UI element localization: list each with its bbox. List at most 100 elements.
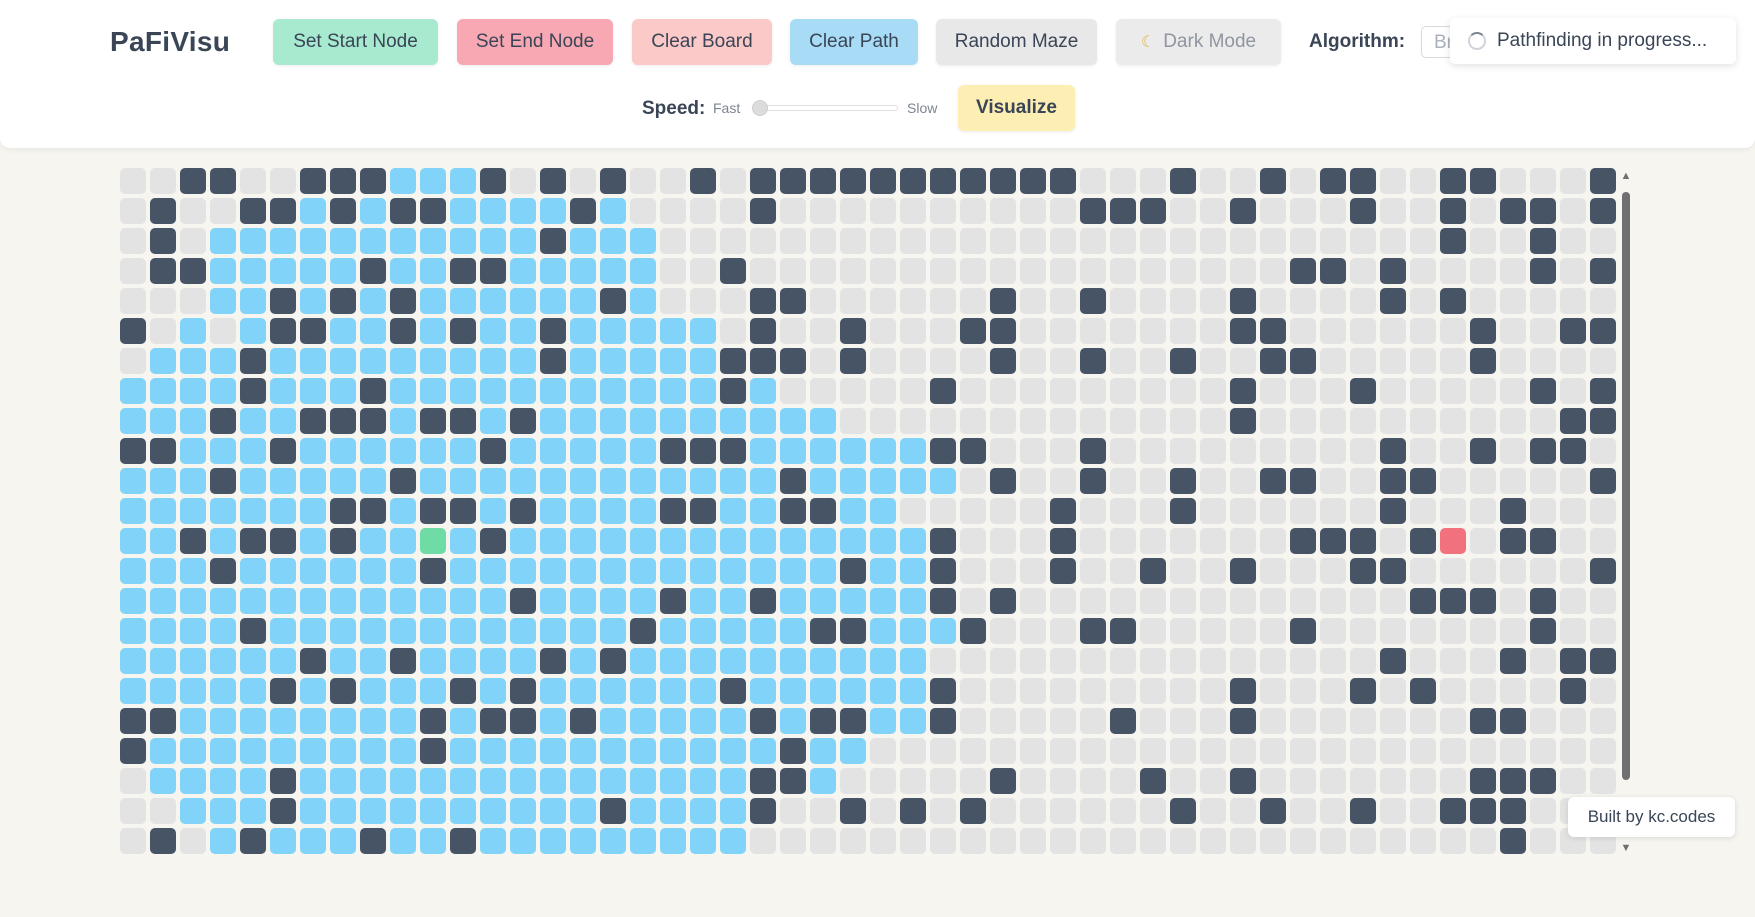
grid-cell-empty[interactable] bbox=[1200, 828, 1226, 854]
set-start-node-button[interactable]: Set Start Node bbox=[273, 19, 438, 65]
grid-cell-visited[interactable] bbox=[870, 648, 896, 674]
grid-cell-visited[interactable] bbox=[510, 438, 536, 464]
grid-cell-visited[interactable] bbox=[300, 228, 326, 254]
grid-cell-wall[interactable] bbox=[1260, 168, 1286, 194]
grid-cell-wall[interactable] bbox=[1350, 798, 1376, 824]
grid-cell-visited[interactable] bbox=[870, 558, 896, 584]
grid-cell-visited[interactable] bbox=[180, 618, 206, 644]
grid-cell-wall[interactable] bbox=[930, 708, 956, 734]
grid-cell-wall[interactable] bbox=[1080, 288, 1106, 314]
grid-cell-wall[interactable] bbox=[690, 438, 716, 464]
grid-cell-visited[interactable] bbox=[150, 408, 176, 434]
grid-cell-empty[interactable] bbox=[1260, 528, 1286, 554]
grid-cell-visited[interactable] bbox=[210, 798, 236, 824]
grid-cell-wall[interactable] bbox=[1230, 318, 1256, 344]
grid-cell-empty[interactable] bbox=[870, 258, 896, 284]
grid-cell-visited[interactable] bbox=[450, 198, 476, 224]
grid-cell-visited[interactable] bbox=[690, 648, 716, 674]
grid-cell-visited[interactable] bbox=[390, 618, 416, 644]
grid-cell-visited[interactable] bbox=[270, 468, 296, 494]
grid-cell-visited[interactable] bbox=[210, 378, 236, 404]
grid-cell-visited[interactable] bbox=[690, 558, 716, 584]
grid-cell-empty[interactable] bbox=[1200, 168, 1226, 194]
grid-cell-empty[interactable] bbox=[1590, 528, 1616, 554]
grid-cell-wall[interactable] bbox=[990, 768, 1016, 794]
grid-cell-empty[interactable] bbox=[780, 828, 806, 854]
grid-cell-empty[interactable] bbox=[720, 198, 746, 224]
grid-cell-visited[interactable] bbox=[630, 468, 656, 494]
grid-cell-wall[interactable] bbox=[1590, 468, 1616, 494]
grid-cell-empty[interactable] bbox=[810, 378, 836, 404]
grid-cell-empty[interactable] bbox=[1080, 498, 1106, 524]
grid-cell-wall[interactable] bbox=[420, 708, 446, 734]
grid-cell-empty[interactable] bbox=[1500, 258, 1526, 284]
grid-cell-empty[interactable] bbox=[1380, 828, 1406, 854]
grid-cell-empty[interactable] bbox=[1170, 648, 1196, 674]
grid-cell-wall[interactable] bbox=[1020, 168, 1046, 194]
grid-cell-empty[interactable] bbox=[120, 198, 146, 224]
grid-cell-empty[interactable] bbox=[1470, 828, 1496, 854]
grid-cell-visited[interactable] bbox=[300, 378, 326, 404]
grid-cell-wall[interactable] bbox=[240, 198, 266, 224]
grid-cell-empty[interactable] bbox=[750, 828, 776, 854]
grid-cell-empty[interactable] bbox=[1590, 288, 1616, 314]
grid-cell-wall[interactable] bbox=[1380, 558, 1406, 584]
grid-cell-empty[interactable] bbox=[1440, 438, 1466, 464]
grid-cell-empty[interactable] bbox=[1350, 258, 1376, 284]
grid-cell-empty[interactable] bbox=[1200, 738, 1226, 764]
grid-cell-visited[interactable] bbox=[750, 438, 776, 464]
grid-cell-visited[interactable] bbox=[330, 258, 356, 284]
grid-cell-visited[interactable] bbox=[150, 498, 176, 524]
grid-cell-wall[interactable] bbox=[1320, 528, 1346, 554]
grid-cell-wall[interactable] bbox=[870, 168, 896, 194]
grid-cell-empty[interactable] bbox=[1320, 318, 1346, 344]
grid-cell-visited[interactable] bbox=[600, 528, 626, 554]
grid-cell-visited[interactable] bbox=[600, 618, 626, 644]
set-end-node-button[interactable]: Set End Node bbox=[457, 19, 613, 65]
grid-cell-empty[interactable] bbox=[1320, 708, 1346, 734]
grid-cell-wall[interactable] bbox=[1320, 258, 1346, 284]
grid-cell-visited[interactable] bbox=[360, 588, 386, 614]
grid-cell-visited[interactable] bbox=[270, 348, 296, 374]
grid-cell-empty[interactable] bbox=[1440, 678, 1466, 704]
grid-cell-wall[interactable] bbox=[1500, 768, 1526, 794]
grid-cell-empty[interactable] bbox=[1320, 828, 1346, 854]
grid-cell-empty[interactable] bbox=[1080, 648, 1106, 674]
grid-cell-visited[interactable] bbox=[630, 408, 656, 434]
grid-cell-empty[interactable] bbox=[1290, 498, 1316, 524]
grid-cell-empty[interactable] bbox=[660, 258, 686, 284]
grid-cell-visited[interactable] bbox=[660, 828, 686, 854]
grid-cell-wall[interactable] bbox=[810, 498, 836, 524]
grid-cell-empty[interactable] bbox=[1410, 168, 1436, 194]
grid-cell-visited[interactable] bbox=[360, 558, 386, 584]
grid-cell-wall[interactable] bbox=[1530, 438, 1556, 464]
grid-cell-empty[interactable] bbox=[810, 798, 836, 824]
grid-cell-visited[interactable] bbox=[900, 468, 926, 494]
grid-cell-visited[interactable] bbox=[180, 648, 206, 674]
grid-cell-empty[interactable] bbox=[1050, 648, 1076, 674]
grid-cell-wall[interactable] bbox=[1470, 438, 1496, 464]
grid-cell-wall[interactable] bbox=[750, 168, 776, 194]
grid-cell-visited[interactable] bbox=[870, 708, 896, 734]
grid-cell-empty[interactable] bbox=[1470, 558, 1496, 584]
grid-cell-wall[interactable] bbox=[1170, 468, 1196, 494]
grid-cell-empty[interactable] bbox=[1230, 828, 1256, 854]
grid-cell-empty[interactable] bbox=[1050, 768, 1076, 794]
grid-cell-visited[interactable] bbox=[270, 498, 296, 524]
grid-cell-wall[interactable] bbox=[720, 258, 746, 284]
grid-cell-visited[interactable] bbox=[180, 708, 206, 734]
grid-cell-wall[interactable] bbox=[510, 678, 536, 704]
grid-cell-visited[interactable] bbox=[600, 768, 626, 794]
grid-cell-empty[interactable] bbox=[1200, 228, 1226, 254]
grid-cell-empty[interactable] bbox=[1110, 288, 1136, 314]
grid-cell-empty[interactable] bbox=[1020, 378, 1046, 404]
grid-cell-empty[interactable] bbox=[990, 498, 1016, 524]
grid-cell-empty[interactable] bbox=[1470, 408, 1496, 434]
grid-cell-wall[interactable] bbox=[510, 708, 536, 734]
grid-cell-empty[interactable] bbox=[960, 828, 986, 854]
grid-cell-wall[interactable] bbox=[540, 648, 566, 674]
grid-cell-empty[interactable] bbox=[630, 168, 656, 194]
grid-cell-wall[interactable] bbox=[300, 168, 326, 194]
grid-cell-visited[interactable] bbox=[750, 558, 776, 584]
grid-cell-visited[interactable] bbox=[570, 798, 596, 824]
